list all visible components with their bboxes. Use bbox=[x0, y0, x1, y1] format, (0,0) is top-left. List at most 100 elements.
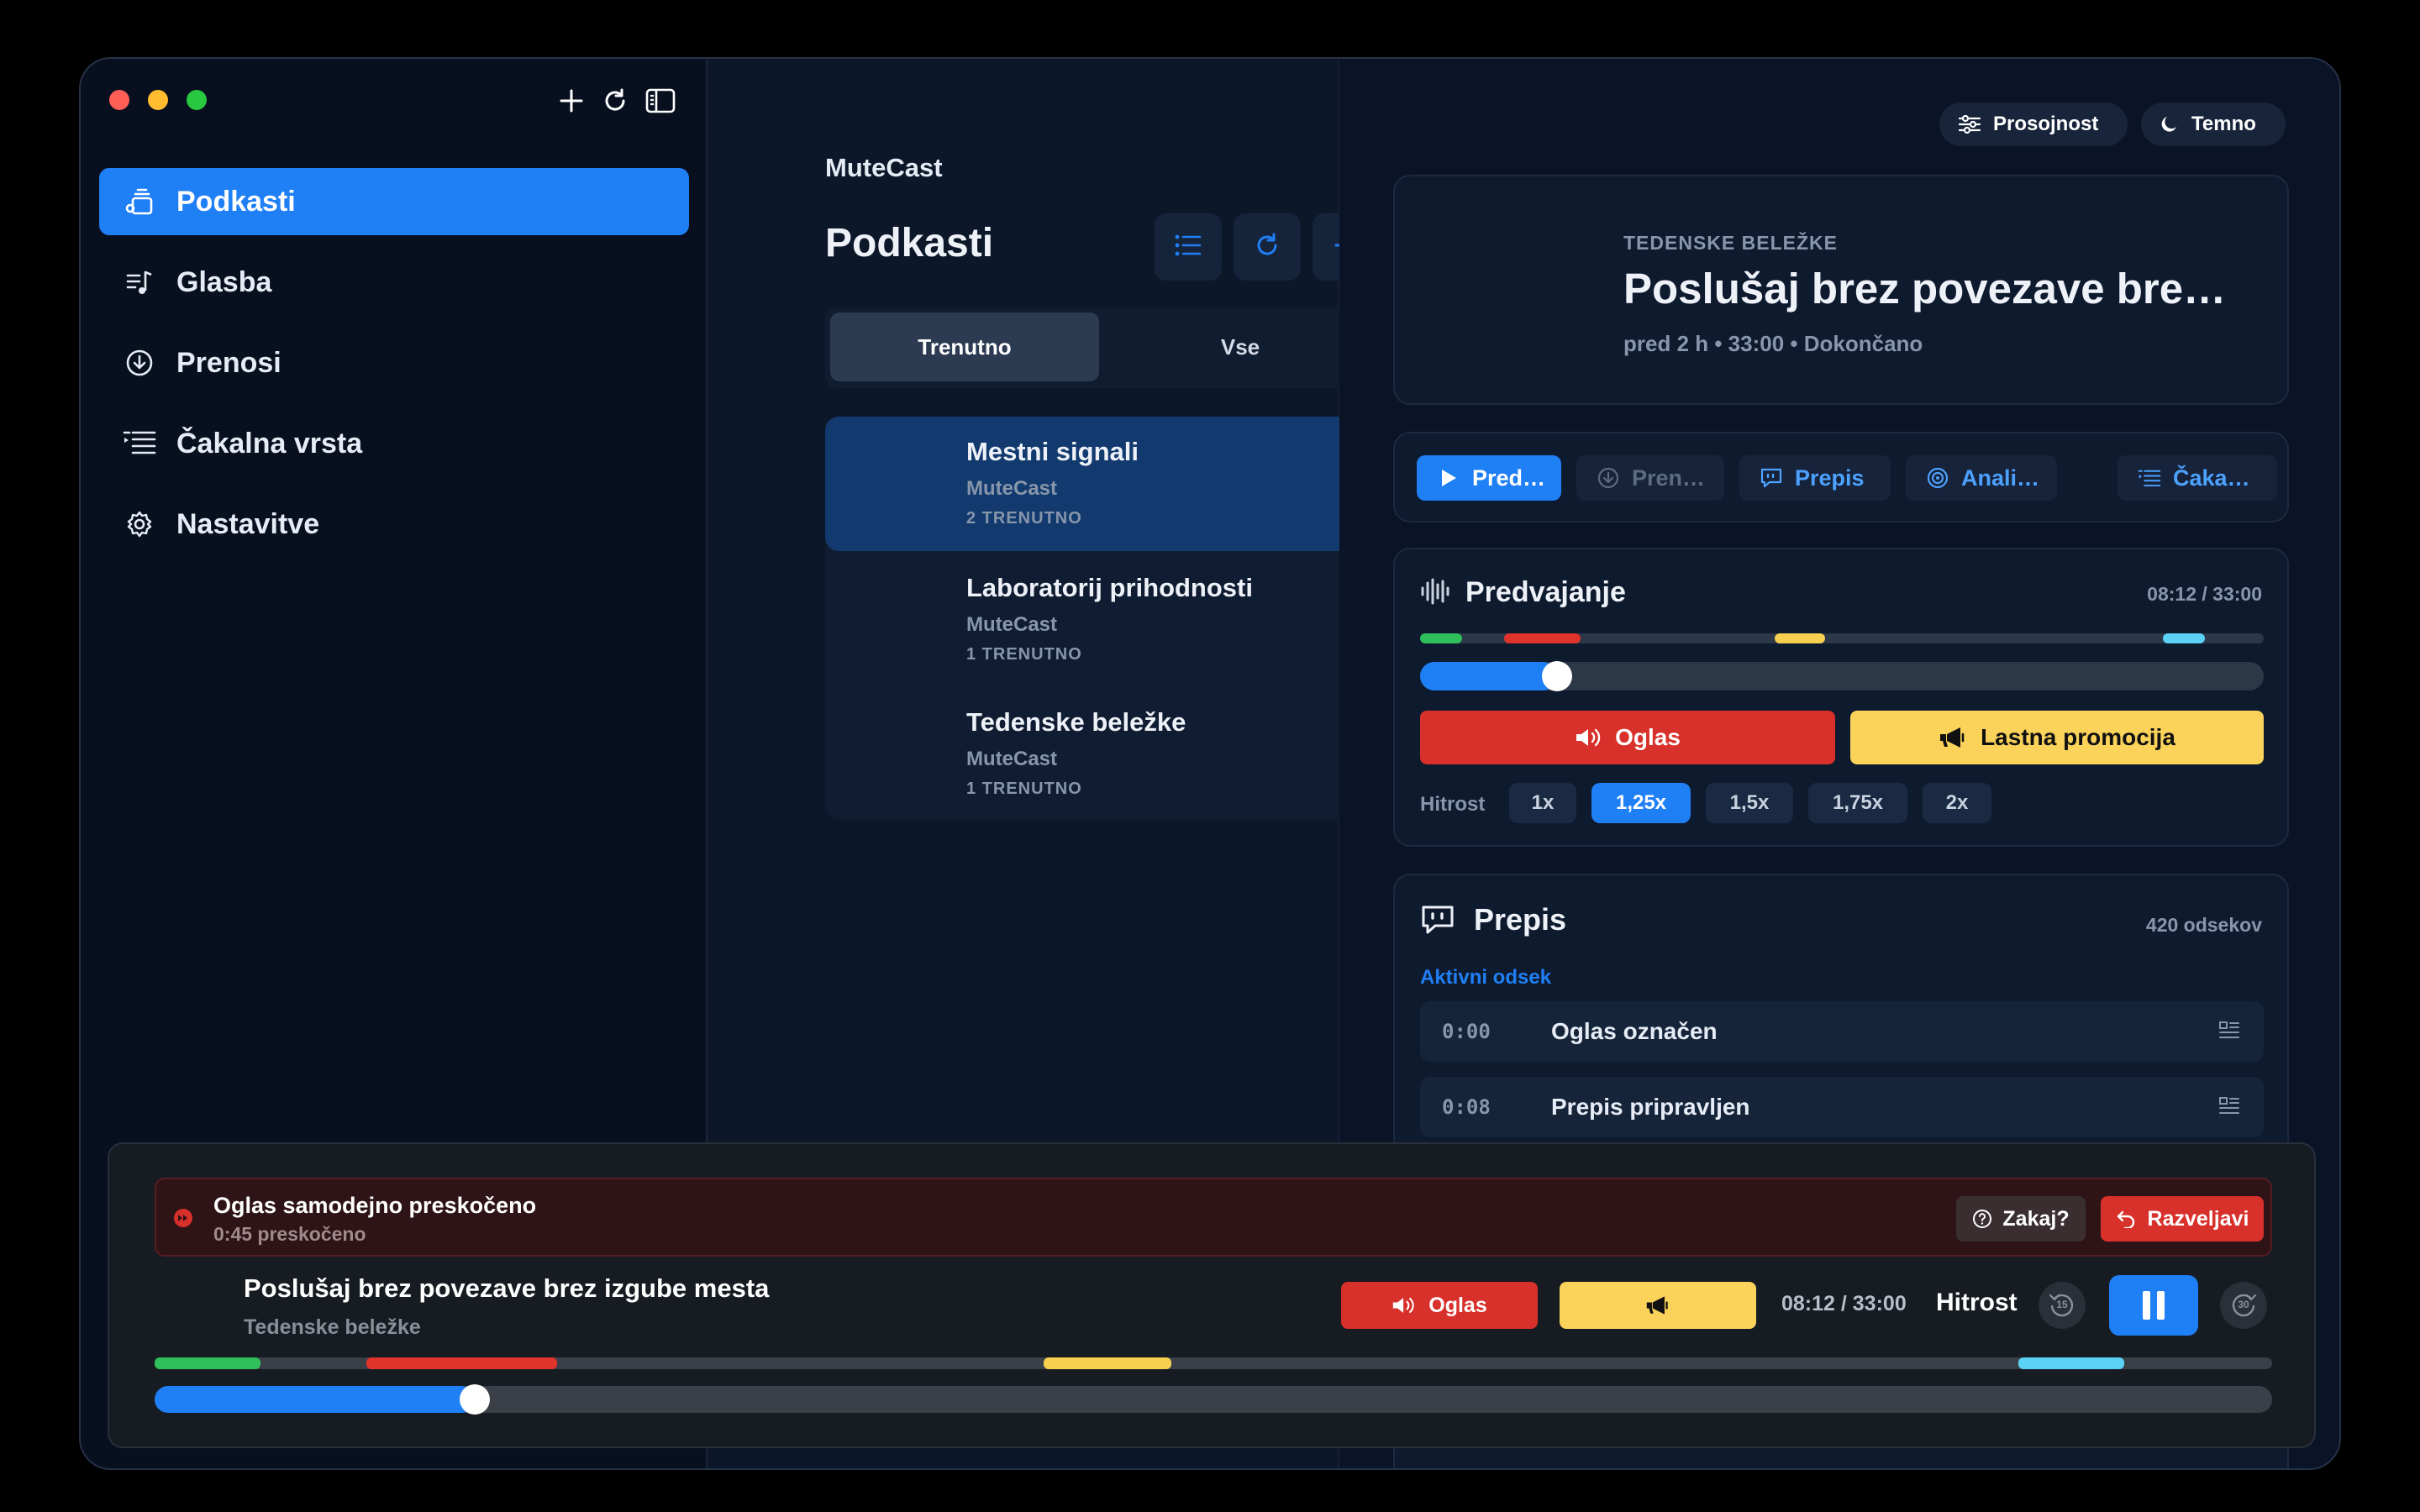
sidebar-item-settings[interactable]: Nastavitve bbox=[99, 491, 689, 558]
text-options-icon[interactable] bbox=[2218, 1095, 2240, 1117]
segment-all[interactable]: Vse bbox=[1106, 312, 1375, 381]
sidebar-item-downloads[interactable]: Prenosi bbox=[99, 329, 689, 396]
queue-icon bbox=[2138, 466, 2161, 490]
tab-label: Pred… bbox=[1472, 465, 1546, 491]
tab-label: Prepis bbox=[1795, 465, 1865, 491]
theme-button[interactable]: Temno bbox=[2141, 102, 2286, 146]
close-window-button[interactable] bbox=[109, 90, 129, 110]
pause-button[interactable] bbox=[2109, 1275, 2198, 1336]
player-scrubber-fill bbox=[155, 1386, 476, 1413]
podcast-title: Mestni signali bbox=[966, 437, 1139, 466]
list-view-button[interactable] bbox=[1155, 213, 1222, 281]
megaphone-icon bbox=[1645, 1294, 1670, 1316]
minimize-window-button[interactable] bbox=[148, 90, 168, 110]
tab-label: Čaka… bbox=[2173, 465, 2250, 491]
transcript-time: 0:08 bbox=[1442, 1095, 1491, 1119]
tab-play[interactable]: Pred… bbox=[1417, 455, 1561, 501]
speed-option[interactable]: 1x bbox=[1509, 783, 1576, 823]
podcast-title: Laboratorij prihodnosti bbox=[966, 573, 1253, 602]
speaker-icon bbox=[1575, 727, 1603, 748]
why-button[interactable]: Zakaj? bbox=[1956, 1196, 2086, 1242]
playback-scrubber[interactable] bbox=[1420, 661, 2264, 691]
sidebar-item-label: Nastavitve bbox=[176, 507, 320, 540]
ad-button[interactable]: Oglas bbox=[1420, 711, 1835, 764]
tab-download[interactable]: Pren… bbox=[1576, 455, 1724, 501]
tab-analysis[interactable]: Anali… bbox=[1906, 455, 2057, 501]
sidebar-item-music[interactable]: Glasba bbox=[99, 249, 689, 316]
podcast-list: Mestni signali MuteCast 2 TRENUTNO Labor… bbox=[825, 417, 1380, 820]
podcast-author: MuteCast bbox=[966, 477, 1058, 500]
quote-bubble-icon bbox=[1760, 466, 1783, 490]
sidebar-item-podcasts[interactable]: Podkasti bbox=[99, 168, 689, 235]
list-icon bbox=[1175, 234, 1202, 261]
segment-marker-outro bbox=[2162, 633, 2205, 643]
segment-marker-intro bbox=[1420, 633, 1463, 643]
mini-player: Oglas samodejno preskočeno 0:45 preskoče… bbox=[108, 1142, 2316, 1448]
podcast-count: 2 TRENUTNO bbox=[966, 509, 1082, 528]
segment-current[interactable]: Trenutno bbox=[830, 312, 1099, 381]
app-window: Podkasti Glasba Prenosi Čakalna vrsta Na… bbox=[79, 57, 2341, 1470]
skip-back-seconds: 15 bbox=[2056, 1299, 2068, 1310]
speed-option[interactable]: 1,25x bbox=[1591, 783, 1691, 823]
zoom-window-button[interactable] bbox=[187, 90, 207, 110]
add-icon[interactable] bbox=[553, 82, 590, 119]
tab-transcript[interactable]: Prepis bbox=[1739, 455, 1891, 501]
sidebar-toggle-icon[interactable] bbox=[642, 82, 679, 119]
transcript-row[interactable]: 0:08 Prepis pripravljen bbox=[1420, 1077, 2264, 1137]
tab-label: Anali… bbox=[1961, 465, 2040, 491]
episode-header-card: TEDENSKE BELEŽKE Poslušaj brez povezave … bbox=[1393, 175, 2289, 405]
refresh-button[interactable] bbox=[1234, 213, 1301, 281]
toast-subtitle: 0:45 preskočeno bbox=[213, 1223, 366, 1245]
sidebar-item-queue[interactable]: Čakalna vrsta bbox=[99, 410, 689, 477]
sidebar-item-label: Glasba bbox=[176, 265, 272, 298]
player-speed-label[interactable]: Hitrost bbox=[1936, 1289, 2018, 1317]
sidebar-item-label: Prenosi bbox=[176, 346, 281, 379]
self-promo-button[interactable]: Lastna promocija bbox=[1850, 711, 2264, 764]
ad-button-label: Oglas bbox=[1615, 724, 1681, 750]
undo-button[interactable]: Razveljavi bbox=[2101, 1196, 2264, 1242]
gear-icon bbox=[123, 507, 156, 541]
ad-skipped-toast: Oglas samodejno preskočeno 0:45 preskoče… bbox=[155, 1178, 2272, 1257]
pause-icon bbox=[2140, 1289, 2167, 1321]
mark-ad-button[interactable]: Oglas bbox=[1341, 1282, 1538, 1329]
mark-promo-button[interactable] bbox=[1560, 1282, 1756, 1329]
speed-option[interactable]: 2x bbox=[1923, 783, 1991, 823]
megaphone-icon bbox=[1939, 726, 1967, 749]
refresh-icon[interactable] bbox=[597, 82, 634, 119]
transparency-button[interactable]: Prosojnost bbox=[1939, 102, 2128, 146]
text-options-icon[interactable] bbox=[2218, 1020, 2240, 1042]
active-segment-link[interactable]: Aktivni odsek bbox=[1420, 966, 1551, 990]
podcast-row[interactable]: Mestni signali MuteCast 2 TRENUTNO bbox=[825, 417, 1380, 551]
theme-label: Temno bbox=[2191, 113, 2256, 135]
podcast-row[interactable]: Tedenske beležke MuteCast 1 TRENUTNO bbox=[825, 685, 1380, 820]
sidebar-item-label: Čakalna vrsta bbox=[176, 427, 363, 459]
skip-back-button[interactable]: 15 bbox=[2039, 1282, 2086, 1329]
toast-title: Oglas samodejno preskočeno bbox=[213, 1193, 537, 1218]
download-icon bbox=[1597, 466, 1620, 490]
page-title: Podkasti bbox=[825, 221, 994, 265]
transcript-row[interactable]: 0:00 Oglas označen bbox=[1420, 1001, 2264, 1062]
undo-label: Razveljavi bbox=[2147, 1206, 2249, 1231]
speed-option[interactable]: 1,75x bbox=[1808, 783, 1907, 823]
segment-marker-intro bbox=[155, 1357, 260, 1369]
player-scrubber[interactable] bbox=[155, 1384, 2272, 1415]
speed-option[interactable]: 1,5x bbox=[1706, 783, 1793, 823]
playback-time: 08:12 / 33:00 bbox=[2147, 583, 2262, 605]
episode-show: TEDENSKE BELEŽKE bbox=[1623, 232, 1838, 254]
transcript-text: Oglas označen bbox=[1551, 1018, 1718, 1044]
now-playing-subtitle: Tedenske beležke bbox=[244, 1315, 421, 1339]
podcast-count: 1 TRENUTNO bbox=[966, 645, 1082, 664]
skip-forward-button[interactable]: 30 bbox=[2220, 1282, 2267, 1329]
why-label: Zakaj? bbox=[2002, 1206, 2070, 1231]
episode-meta: pred 2 h • 33:00 • Dokončano bbox=[1623, 331, 1923, 356]
mark-ad-label: Oglas bbox=[1428, 1293, 1487, 1317]
podcast-author: MuteCast bbox=[966, 613, 1058, 636]
tab-queue[interactable]: Čaka… bbox=[2118, 455, 2277, 501]
playback-title: Predvajanje bbox=[1465, 576, 1626, 608]
tab-label: Pren… bbox=[1632, 465, 1706, 491]
scrubber-handle[interactable] bbox=[1541, 661, 1572, 691]
podcast-row[interactable]: Laboratorij prihodnosti MuteCast 1 TRENU… bbox=[825, 551, 1380, 685]
sidebar-item-label: Podkasti bbox=[176, 185, 296, 218]
podcast-title: Tedenske beležke bbox=[966, 707, 1186, 737]
player-scrubber-handle[interactable] bbox=[460, 1384, 491, 1415]
